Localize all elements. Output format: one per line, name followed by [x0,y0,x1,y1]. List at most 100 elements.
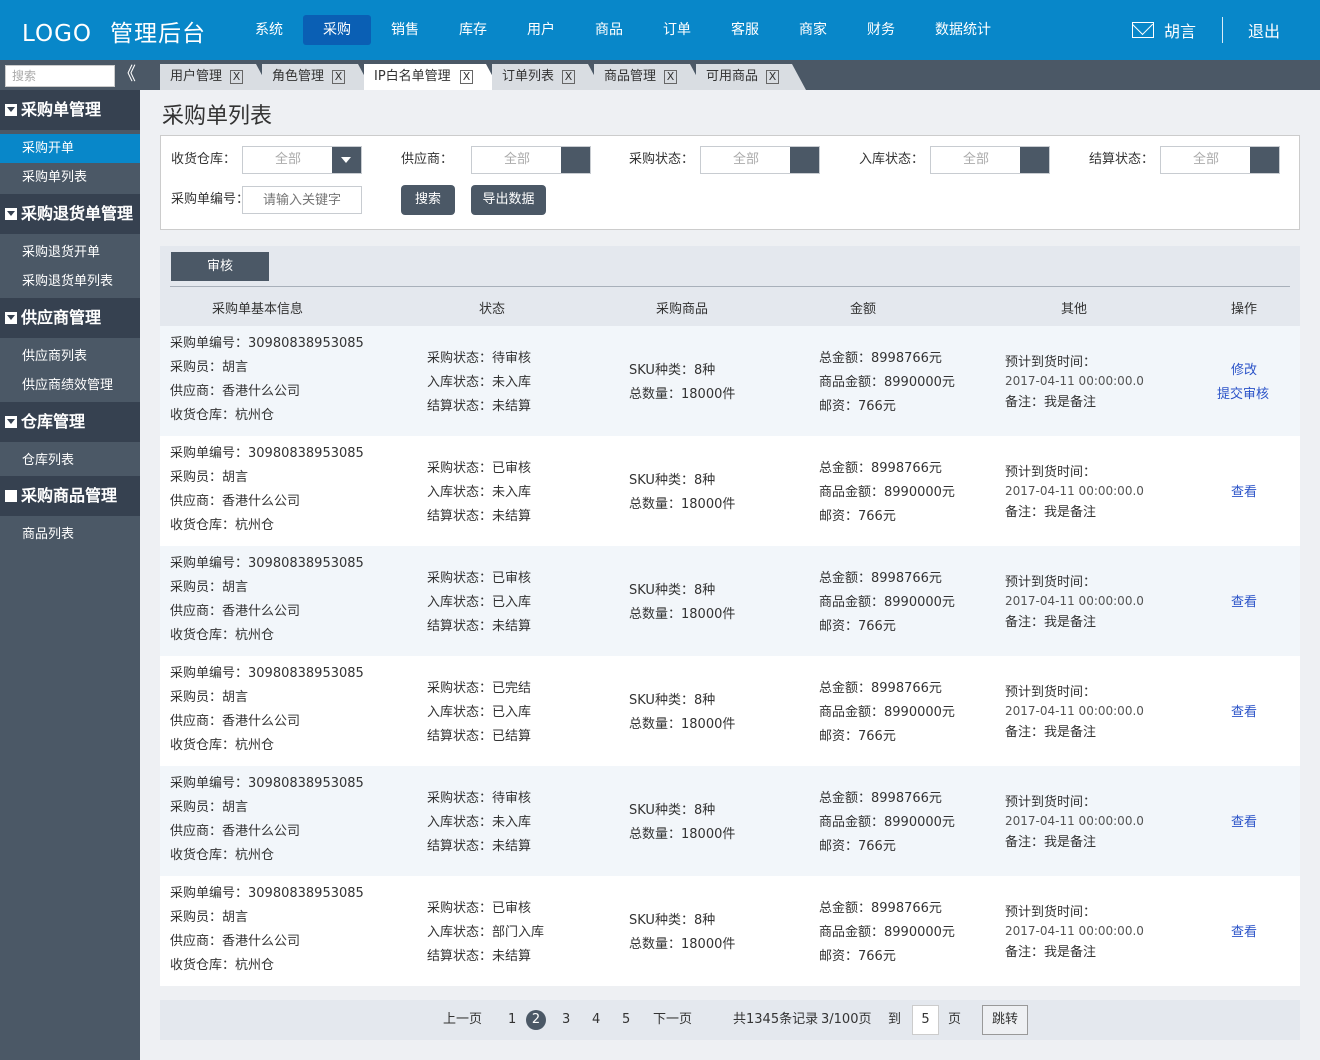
collapse-toggle-icon[interactable] [5,416,17,428]
nav-item[interactable]: 销售 [371,15,439,45]
user-name[interactable]: 胡言 [1164,18,1196,42]
close-icon[interactable]: X [664,70,677,84]
collapse-toggle-icon[interactable] [5,312,17,324]
view-link[interactable]: 查看 [1231,811,1257,835]
submit-audit-link[interactable]: 提交审核 [1217,383,1269,407]
dropdown-button[interactable] [561,147,590,173]
dropdown-button[interactable] [1250,147,1279,173]
close-icon[interactable]: X [766,70,779,84]
tab-label[interactable]: 商品管理 [604,69,656,84]
nav-item[interactable]: 客服 [711,15,779,45]
sidebar-group-title[interactable]: 供应商管理 [21,298,101,338]
mail-icon[interactable] [1132,22,1154,38]
sidebar-item[interactable]: 采购退货开单 [0,238,140,267]
tab-4[interactable]: 商品管理 X [594,64,704,90]
tab-3[interactable]: 订单列表 X [492,64,602,90]
tab-label[interactable]: 角色管理 [272,69,324,84]
sidebar-group[interactable]: 采购商品管理 [0,476,140,516]
nav-item[interactable]: 财务 [847,15,915,45]
user-box[interactable]: 胡言 [1132,18,1196,42]
view-link[interactable]: 查看 [1231,591,1257,615]
dropdown-button[interactable] [790,147,819,173]
sidebar-search-input[interactable]: 搜索 [5,65,115,87]
settle-status-select[interactable]: 全部 [1160,146,1280,174]
sidebar-group[interactable]: 仓库管理 [0,402,140,442]
sidebar-item[interactable]: 仓库列表 [0,446,140,475]
sidebar-group[interactable]: 采购单管理 [0,90,140,130]
sidebar-group[interactable]: 供应商管理 [0,298,140,338]
sidebar-item[interactable]: 供应商绩效管理 [0,371,140,400]
nav-item[interactable]: 商家 [779,15,847,45]
sidebar-item[interactable]: 采购退货单列表 [0,267,140,296]
sidebar-group-title[interactable]: 采购退货单管理 [21,194,133,234]
column-header-status: 状态 [479,302,506,317]
square-icon[interactable] [5,490,17,502]
tab-label[interactable]: 订单列表 [502,69,554,84]
tab-0[interactable]: 用户管理 X [160,64,270,90]
collapse-toggle-icon[interactable] [5,208,17,220]
page-3-button[interactable]: 3 [562,1010,570,1030]
logo-text: LOGO [22,21,93,47]
warehouse-select[interactable]: 全部 [242,146,362,174]
eta-value: 2017-04-11 00:00:00.0 [1005,704,1144,718]
tab-label[interactable]: IP白名单管理 [374,69,451,84]
jump-button[interactable]: 跳转 [982,1005,1028,1035]
view-link[interactable]: 查看 [1231,921,1257,945]
view-link[interactable]: 查看 [1231,481,1257,505]
nav-item[interactable]: 系统 [235,15,303,45]
sidebar-item[interactable]: 采购单列表 [0,163,140,192]
page-1-button[interactable]: 1 [508,1010,516,1030]
order-supplier: 供应商：香港什么公司 [170,494,301,509]
sidebar-group-title[interactable]: 采购商品管理 [21,476,117,516]
order-warehouse: 收货仓库：杭州仓 [170,628,275,643]
chevron-down-icon[interactable] [332,147,361,173]
close-icon[interactable]: X [460,70,473,84]
nav-item[interactable]: 库存 [439,15,507,45]
page-2-button[interactable]: 2 [526,1010,546,1030]
order-no-input[interactable] [242,186,362,214]
warehouse-label: 收货仓库： [171,152,237,167]
export-button[interactable]: 导出数据 [471,185,546,215]
order-order-no: 采购单编号：30980838953085 [170,776,364,791]
goto-page-input[interactable]: 5 [912,1005,939,1035]
nav-item[interactable]: 订单 [643,15,711,45]
goods-sku: SKU种类：8种 [629,803,716,818]
purchase-status: 采购状态：已审核 [427,461,532,476]
close-icon[interactable]: X [562,70,575,84]
search-button[interactable]: 搜索 [401,185,455,215]
nav-item[interactable]: 用户 [507,15,575,45]
view-link[interactable]: 查看 [1231,701,1257,725]
close-icon[interactable]: X [332,70,345,84]
dropdown-button[interactable] [1020,147,1049,173]
sidebar-item[interactable]: 商品列表 [0,520,140,549]
nav-item[interactable]: 商品 [575,15,643,45]
sidebar-item[interactable]: 采购开单 [0,134,140,163]
tab-label[interactable]: 用户管理 [170,69,222,84]
stock-status-select[interactable]: 全部 [930,146,1050,174]
collapse-icon[interactable]: 《 [118,64,136,86]
sidebar-item[interactable]: 供应商列表 [0,342,140,371]
audit-button[interactable]: 审核 [171,252,269,281]
collapse-toggle-icon[interactable] [5,104,17,116]
close-icon[interactable]: X [230,70,243,84]
tab-label[interactable]: 可用商品 [706,69,758,84]
amount-goods-amount: 商品金额：8990000元 [819,925,955,940]
page-4-button[interactable]: 4 [592,1010,600,1030]
edit-link[interactable]: 修改 [1231,359,1257,383]
tab-2[interactable]: IP白名单管理 X [364,64,500,90]
sidebar-group-title[interactable]: 仓库管理 [21,402,85,442]
nav-item[interactable]: 采购 [303,15,371,45]
tab-5[interactable]: 可用商品 X [696,64,806,90]
tab-1[interactable]: 角色管理 X [262,64,372,90]
page-5-button[interactable]: 5 [622,1010,630,1030]
purchase-status-select[interactable]: 全部 [700,146,820,174]
top-bar: LOGO 管理后台 系统 采购 销售 库存 用户 商品 订单 客服 商家 财务 数据统计 胡言 退出 [0,0,1320,60]
sidebar-group[interactable]: 采购退货单管理 [0,194,140,234]
logout-button[interactable]: 退出 [1248,18,1280,42]
prev-page-button[interactable]: 上一页 [443,1010,482,1030]
sidebar: 搜索 《 采购单管理采购开单 采购单列表 采购退货单管理采购退货开单 采购退货单列表供… [0,60,140,1060]
next-page-button[interactable]: 下一页 [653,1010,692,1030]
nav-item[interactable]: 数据统计 [915,15,1011,45]
sidebar-group-title[interactable]: 采购单管理 [21,90,101,130]
supplier-select[interactable]: 全部 [471,146,591,174]
